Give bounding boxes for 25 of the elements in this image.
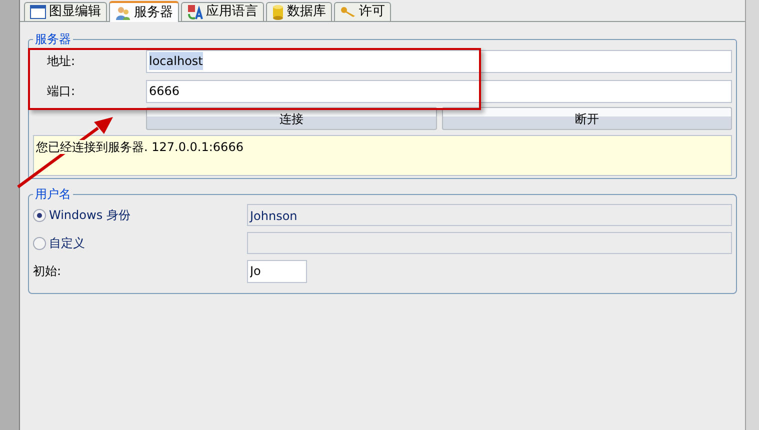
tab[interactable]: 图显编辑 [24,2,107,21]
scrollbar[interactable] [745,0,759,430]
database-icon [272,4,284,20]
field-label: 初始: [33,263,62,280]
input-field[interactable]: 6666 [146,80,732,102]
action-button[interactable]: 断开 [442,107,732,130]
field-label: 地址: [46,53,76,70]
tab[interactable]: 数据库 [266,2,332,21]
input-field[interactable]: localhost [146,50,732,72]
key-icon [340,6,356,18]
value-field: Johnson [247,204,732,226]
group-title: 服务器 [33,32,73,46]
field-label: 端口: [46,83,76,100]
status-message: 您已经连接到服务器. 127.0.0.1:6666 [36,140,244,154]
tab[interactable]: 许可 [334,2,391,21]
radio-label: Windows 身份 [49,207,130,224]
users-icon [115,4,131,20]
radio-label: 自定义 [49,235,85,252]
tab[interactable]: 服务器 [109,1,179,22]
window-icon [30,5,46,19]
language-icon [187,4,203,20]
radio-button[interactable] [33,208,46,222]
action-button[interactable]: 连接 [146,107,436,130]
radio-button[interactable] [33,236,46,250]
tab[interactable]: 应用语言 [181,2,264,21]
